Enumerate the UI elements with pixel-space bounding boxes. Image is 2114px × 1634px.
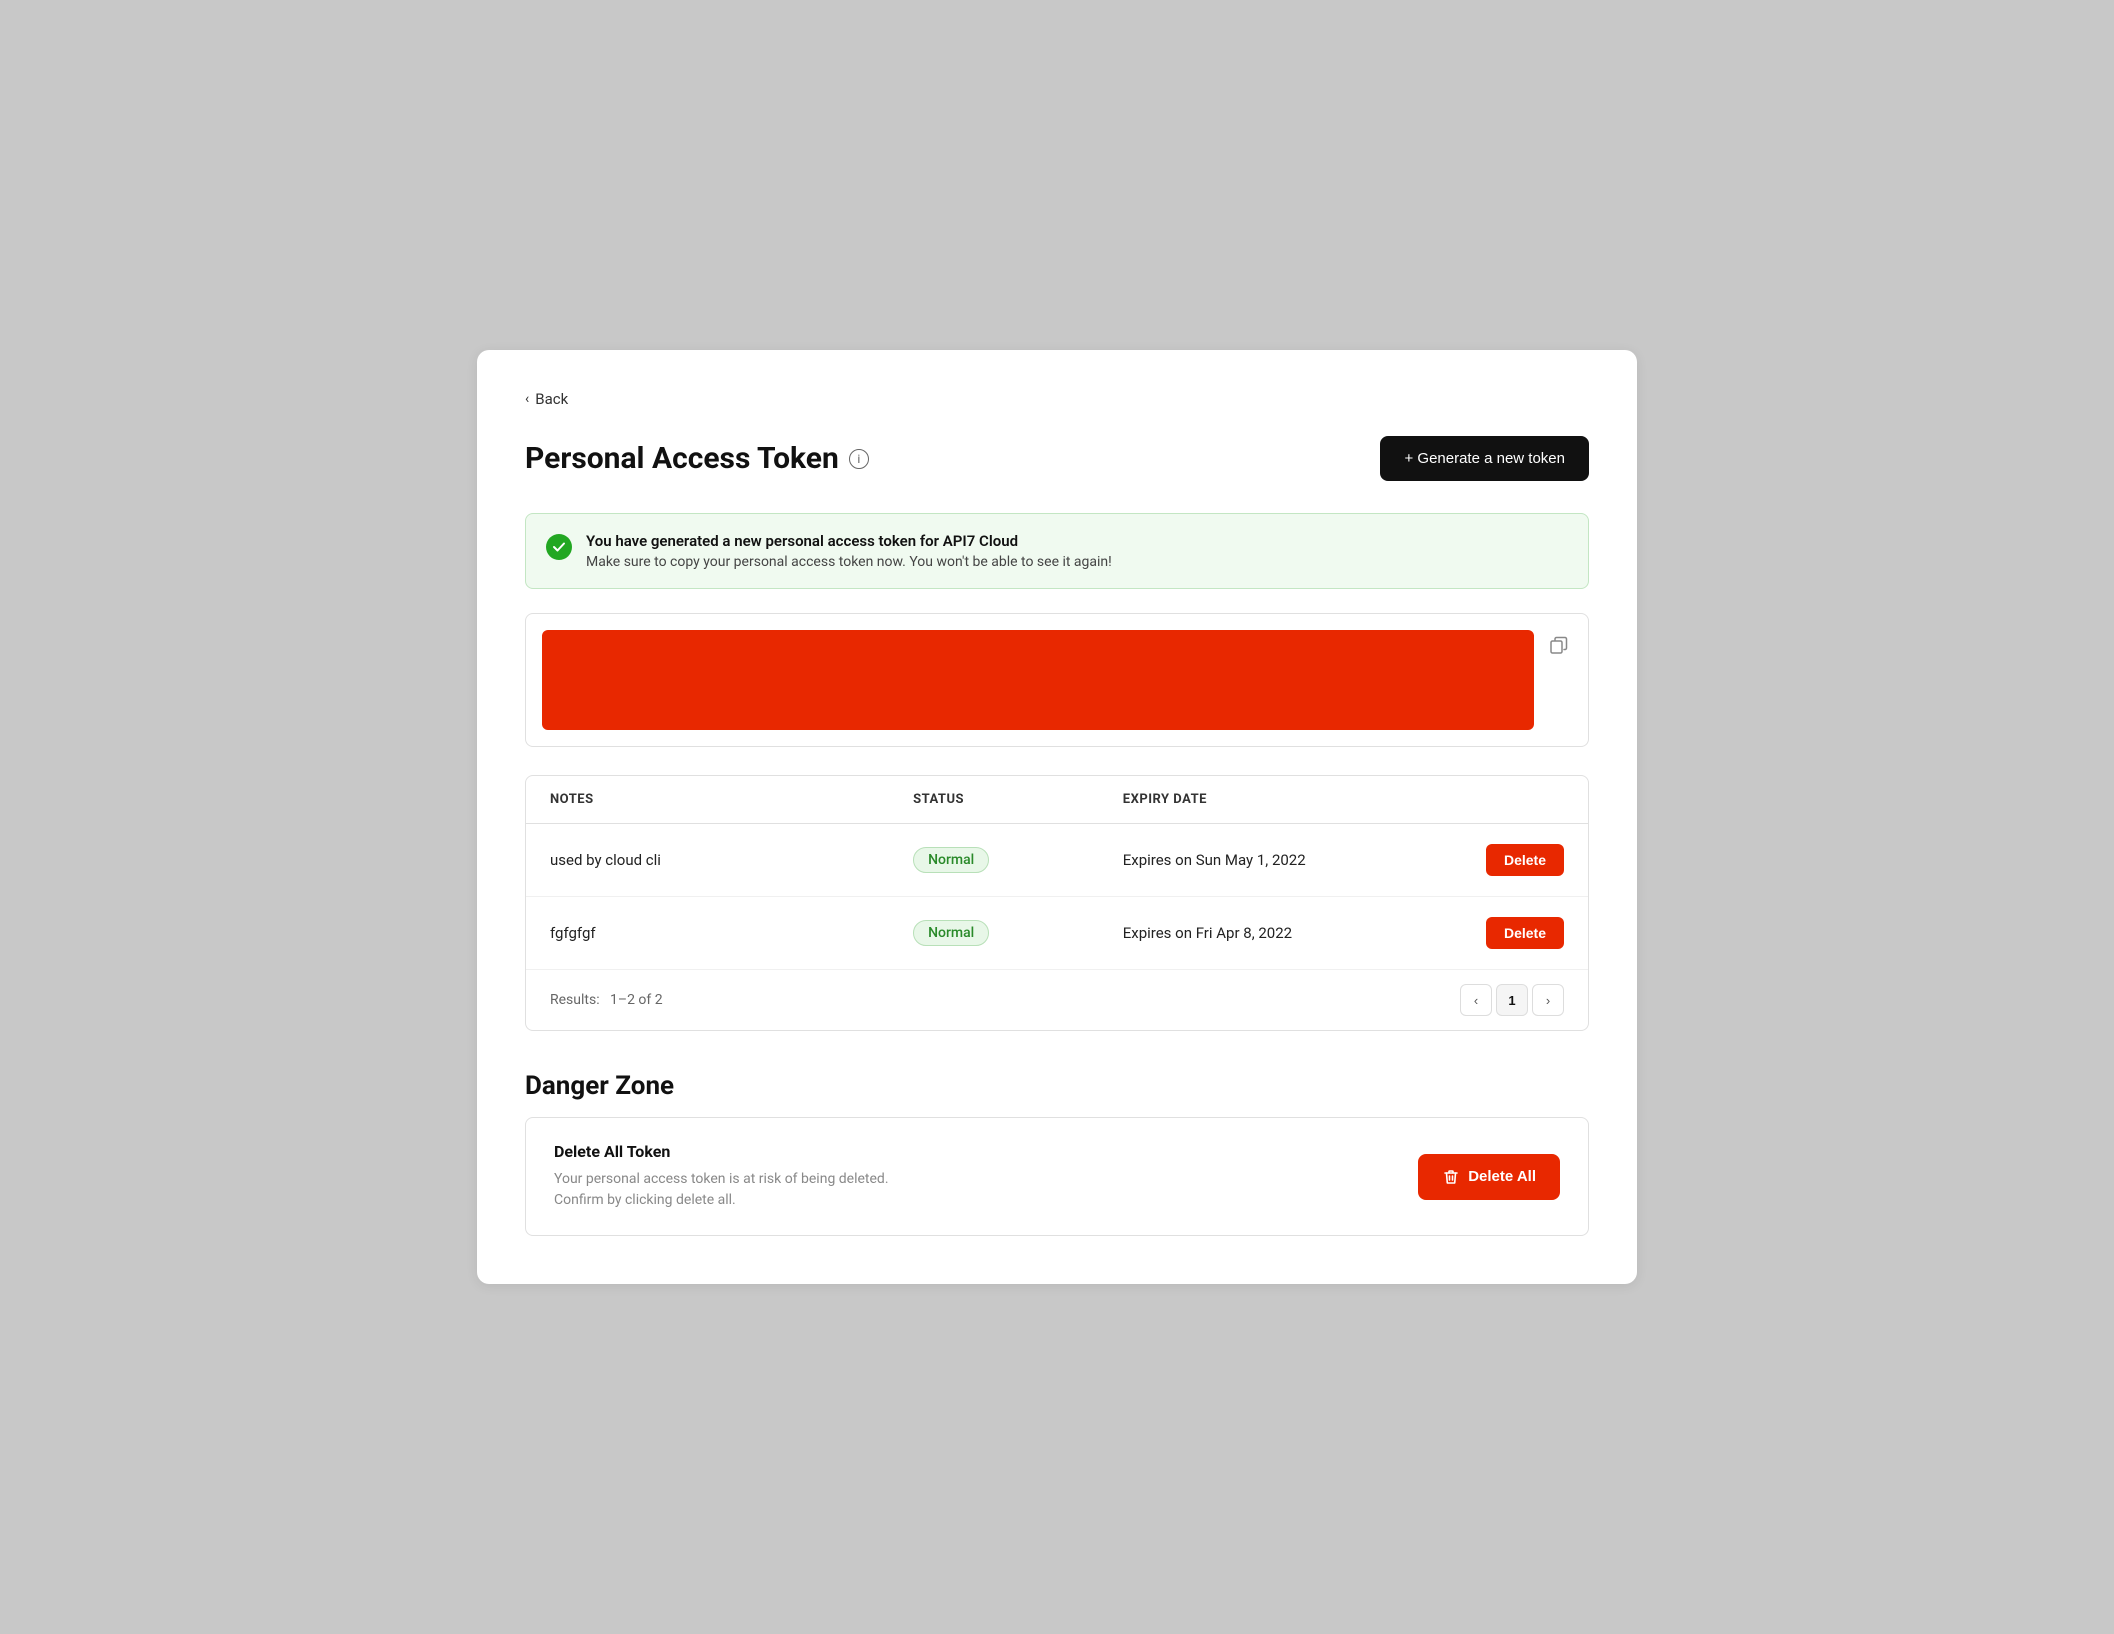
col-header-action [1462,776,1588,824]
cell-status: Normal [889,824,1099,897]
danger-box-desc: Your personal access token is at risk of… [554,1169,889,1211]
success-text-block: You have generated a new personal access… [586,532,1112,570]
delete-token-button[interactable]: Delete [1486,917,1564,949]
status-badge: Normal [913,920,989,946]
header-row: Personal Access Token i + Generate a new… [525,436,1589,481]
cell-action: Delete [1462,824,1588,897]
copy-token-button[interactable] [1546,632,1572,663]
token-box-wrapper [525,613,1589,747]
pagination: ‹ 1 › [1460,984,1564,1016]
delete-all-button[interactable]: Delete All [1418,1154,1560,1200]
table-row: fgfgfgf Normal Expires on Fri Apr 8, 2022 D… [526,897,1588,970]
table-footer: Results: 1–2 of 2 ‹ 1 › [526,969,1588,1030]
tokens-table-container: NOTES STATUS EXPIRY DATE used by cloud c… [525,775,1589,1031]
cell-notes: fgfgfgf [526,897,889,970]
cell-status: Normal [889,897,1099,970]
status-badge: Normal [913,847,989,873]
page-current-button[interactable]: 1 [1496,984,1528,1016]
col-header-expiry: EXPIRY DATE [1099,776,1462,824]
delete-token-button[interactable]: Delete [1486,844,1564,876]
table-header-row: NOTES STATUS EXPIRY DATE [526,776,1588,824]
trash-icon [1442,1168,1460,1186]
success-title: You have generated a new personal access… [586,532,1112,550]
page-prev-button[interactable]: ‹ [1460,984,1492,1016]
danger-zone-box: Delete All Token Your personal access to… [525,1117,1589,1236]
cell-notes: used by cloud cli [526,824,889,897]
danger-box-text: Delete All Token Your personal access to… [554,1142,889,1211]
danger-box-title: Delete All Token [554,1142,889,1161]
cell-expiry: Expires on Sun May 1, 2022 [1099,824,1462,897]
back-label: Back [535,390,568,408]
success-check-icon [546,534,572,560]
info-icon[interactable]: i [849,449,869,469]
back-link[interactable]: ‹ Back [525,390,1589,408]
page-next-button[interactable]: › [1532,984,1564,1016]
cell-action: Delete [1462,897,1588,970]
page-title: Personal Access Token i [525,441,869,476]
generate-token-button[interactable]: + Generate a new token [1380,436,1589,481]
results-text: Results: 1–2 of 2 [550,992,663,1008]
col-header-notes: NOTES [526,776,889,824]
success-subtitle: Make sure to copy your personal access t… [586,554,1112,570]
token-display [542,630,1534,730]
cell-expiry: Expires on Fri Apr 8, 2022 [1099,897,1462,970]
danger-zone-title: Danger Zone [525,1071,1589,1101]
success-banner: You have generated a new personal access… [525,513,1589,589]
back-arrow-icon: ‹ [525,391,529,407]
table-row: used by cloud cli Normal Expires on Sun Ma… [526,824,1588,897]
col-header-status: STATUS [889,776,1099,824]
tokens-table: NOTES STATUS EXPIRY DATE used by cloud c… [526,776,1588,969]
